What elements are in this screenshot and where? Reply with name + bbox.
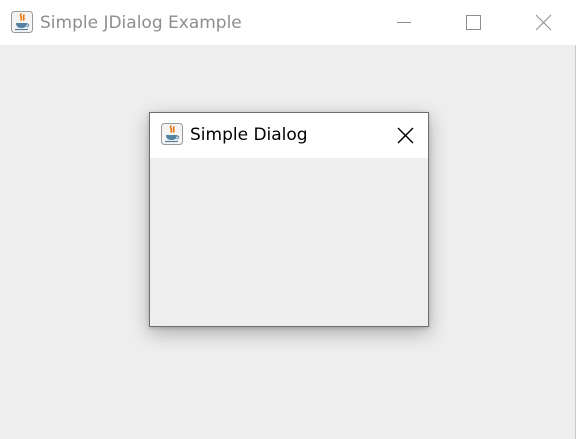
java-cup-icon	[161, 123, 183, 145]
java-cup-icon	[11, 11, 33, 33]
simple-dialog[interactable]: Simple Dialog	[149, 112, 429, 327]
minimize-button[interactable]	[381, 0, 427, 45]
close-button[interactable]	[520, 0, 566, 45]
main-title-bar[interactable]: Simple JDialog Example	[0, 0, 576, 45]
maximize-button[interactable]	[450, 0, 496, 45]
dialog-title-bar[interactable]: Simple Dialog	[150, 113, 428, 158]
dialog-close-button[interactable]	[382, 113, 428, 158]
dialog-title: Simple Dialog	[190, 125, 308, 145]
dialog-content-pane	[150, 158, 428, 326]
main-window-title: Simple JDialog Example	[40, 13, 242, 33]
